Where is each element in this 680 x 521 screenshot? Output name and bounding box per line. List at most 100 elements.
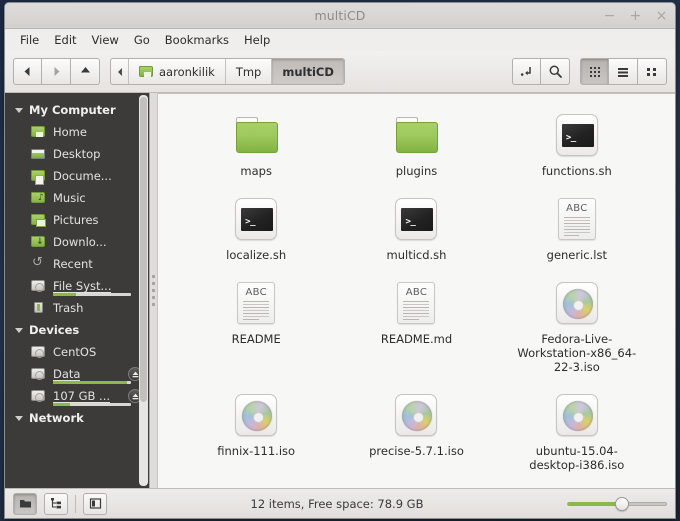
sidebar-scrollbar[interactable] (139, 95, 148, 486)
compact-icon (647, 67, 656, 76)
shell-script-icon (395, 198, 438, 240)
sidebar-item-label: CentOS (53, 345, 97, 359)
sidebar-item-label: File Syst... (53, 279, 112, 293)
disc-image-icon (395, 394, 438, 436)
tree-pane-button[interactable] (44, 492, 68, 515)
sidebar-group-network[interactable]: Network (5, 407, 149, 429)
drive-icon (31, 389, 46, 403)
back-button[interactable] (13, 58, 42, 85)
search-button[interactable] (541, 58, 570, 85)
zoom-slider[interactable] (567, 494, 667, 514)
sidebar-item-centos[interactable]: CentOS (5, 341, 149, 363)
sidebar-item-documents[interactable]: Docume... (5, 165, 149, 187)
sidebar-item-label: Desktop (53, 147, 101, 161)
sidebar-item-label: Trash (53, 301, 84, 315)
sidebar-item-desktop[interactable]: Desktop (5, 143, 149, 165)
breadcrumb-item-tmp[interactable]: Tmp (226, 59, 273, 84)
title-bar: multiCD − + × (5, 3, 675, 29)
slider-handle[interactable] (615, 496, 629, 511)
list-item[interactable]: plugins (336, 106, 496, 186)
list-item[interactable]: localize.sh (176, 190, 336, 270)
list-item[interactable]: ABC README (176, 274, 336, 382)
menu-view[interactable]: View (86, 31, 125, 49)
list-item[interactable]: functions.sh (497, 106, 657, 186)
close-button[interactable]: × (655, 9, 668, 23)
shell-script-icon (235, 198, 278, 240)
folder-icon (233, 112, 279, 158)
minimize-button[interactable]: − (603, 9, 616, 23)
breadcrumb-item-aaronkilik[interactable]: aaronkilik (129, 59, 226, 84)
folder-icon (393, 112, 439, 158)
storage-usage-bar (53, 381, 131, 384)
disc-image-icon (555, 282, 598, 324)
path-entry-icon (520, 67, 531, 76)
up-button[interactable] (71, 58, 100, 85)
sidebar-item-data[interactable]: Data (5, 363, 149, 385)
recent-icon (31, 257, 46, 271)
list-view-button[interactable] (609, 58, 638, 85)
forward-button[interactable] (42, 58, 71, 85)
list-item[interactable]: ABC README.md (336, 274, 496, 382)
list-item[interactable]: maps (176, 106, 336, 186)
menu-bar: File Edit View Go Bookmarks Help (5, 29, 675, 51)
sidebar-group-devices[interactable]: Devices (5, 319, 149, 341)
window-body: My Computer Home Desktop Docume... Music (5, 93, 675, 488)
disc-image-icon (235, 394, 278, 436)
toggle-sidebar-button[interactable] (83, 492, 107, 515)
arrow-right-icon (54, 67, 59, 76)
window-controls: − + × (603, 9, 668, 23)
list-item[interactable]: ubuntu-15.04-desktop-i386.iso (497, 386, 657, 480)
text-file-icon: ABC (557, 198, 596, 240)
list-item[interactable]: precise-5.7.1.iso (336, 386, 496, 480)
search-icon (549, 65, 562, 78)
menu-edit[interactable]: Edit (48, 31, 82, 49)
file-list-area[interactable]: maps plugins functions.sh localize.sh (158, 93, 675, 488)
sidebar-item-downloads[interactable]: Downlo... (5, 231, 149, 253)
list-icon (618, 67, 628, 77)
file-name: plugins (395, 164, 438, 178)
file-manager-window: multiCD − + × File Edit View Go Bookmark… (4, 2, 676, 519)
maximize-button[interactable]: + (629, 9, 642, 23)
breadcrumb-item-multicd[interactable]: multiCD (272, 59, 344, 84)
status-separator (75, 494, 76, 513)
drive-icon (31, 279, 46, 293)
arrow-up-icon (80, 67, 90, 73)
file-name: functions.sh (541, 164, 612, 178)
sidebar-item-label: Music (53, 191, 86, 205)
sidebar-group-my-computer[interactable]: My Computer (5, 99, 149, 121)
show-hidden-button[interactable] (512, 58, 541, 85)
splitter-grip-icon (152, 275, 155, 306)
grid-icon (589, 66, 600, 77)
sidebar-item-pictures[interactable]: Pictures (5, 209, 149, 231)
chevron-down-icon (15, 415, 23, 421)
sidebar-item-music[interactable]: Music (5, 187, 149, 209)
file-name: localize.sh (226, 248, 287, 262)
menu-file[interactable]: File (14, 31, 45, 49)
compact-view-button[interactable] (638, 58, 667, 85)
folder-pane-button[interactable] (13, 492, 37, 515)
list-item[interactable]: ABC generic.lst (497, 190, 657, 270)
menu-bookmarks[interactable]: Bookmarks (159, 31, 235, 49)
list-item[interactable]: multicd.sh (336, 190, 496, 270)
view-mode-buttons (580, 58, 667, 85)
text-file-icon: ABC (397, 282, 436, 324)
sidebar-item-107gb[interactable]: 107 GB ... (5, 385, 149, 407)
list-item[interactable]: Fedora-Live-Workstation-x86_64-22-3.iso (497, 274, 657, 382)
sidebar: My Computer Home Desktop Docume... Music (5, 93, 149, 488)
menu-go[interactable]: Go (128, 31, 156, 49)
sidebar-item-trash[interactable]: Trash (5, 297, 149, 319)
breadcrumb-label: Tmp (235, 64, 262, 79)
sidebar-item-label: Pictures (53, 213, 99, 227)
icon-view-button[interactable] (580, 58, 609, 85)
breadcrumb-scroll-left-button[interactable] (111, 59, 129, 84)
breadcrumb-label: multiCD (282, 64, 334, 79)
sidebar-group-label: My Computer (29, 103, 116, 117)
menu-help[interactable]: Help (238, 31, 276, 49)
pane-splitter[interactable] (149, 93, 158, 488)
file-name: precise-5.7.1.iso (369, 444, 464, 458)
sidebar-item-file-system[interactable]: File Syst... (5, 275, 149, 297)
sidebar-item-label: Home (53, 125, 87, 139)
sidebar-item-recent[interactable]: Recent (5, 253, 149, 275)
sidebar-item-home[interactable]: Home (5, 121, 149, 143)
list-item[interactable]: finnix-111.iso (176, 386, 336, 480)
